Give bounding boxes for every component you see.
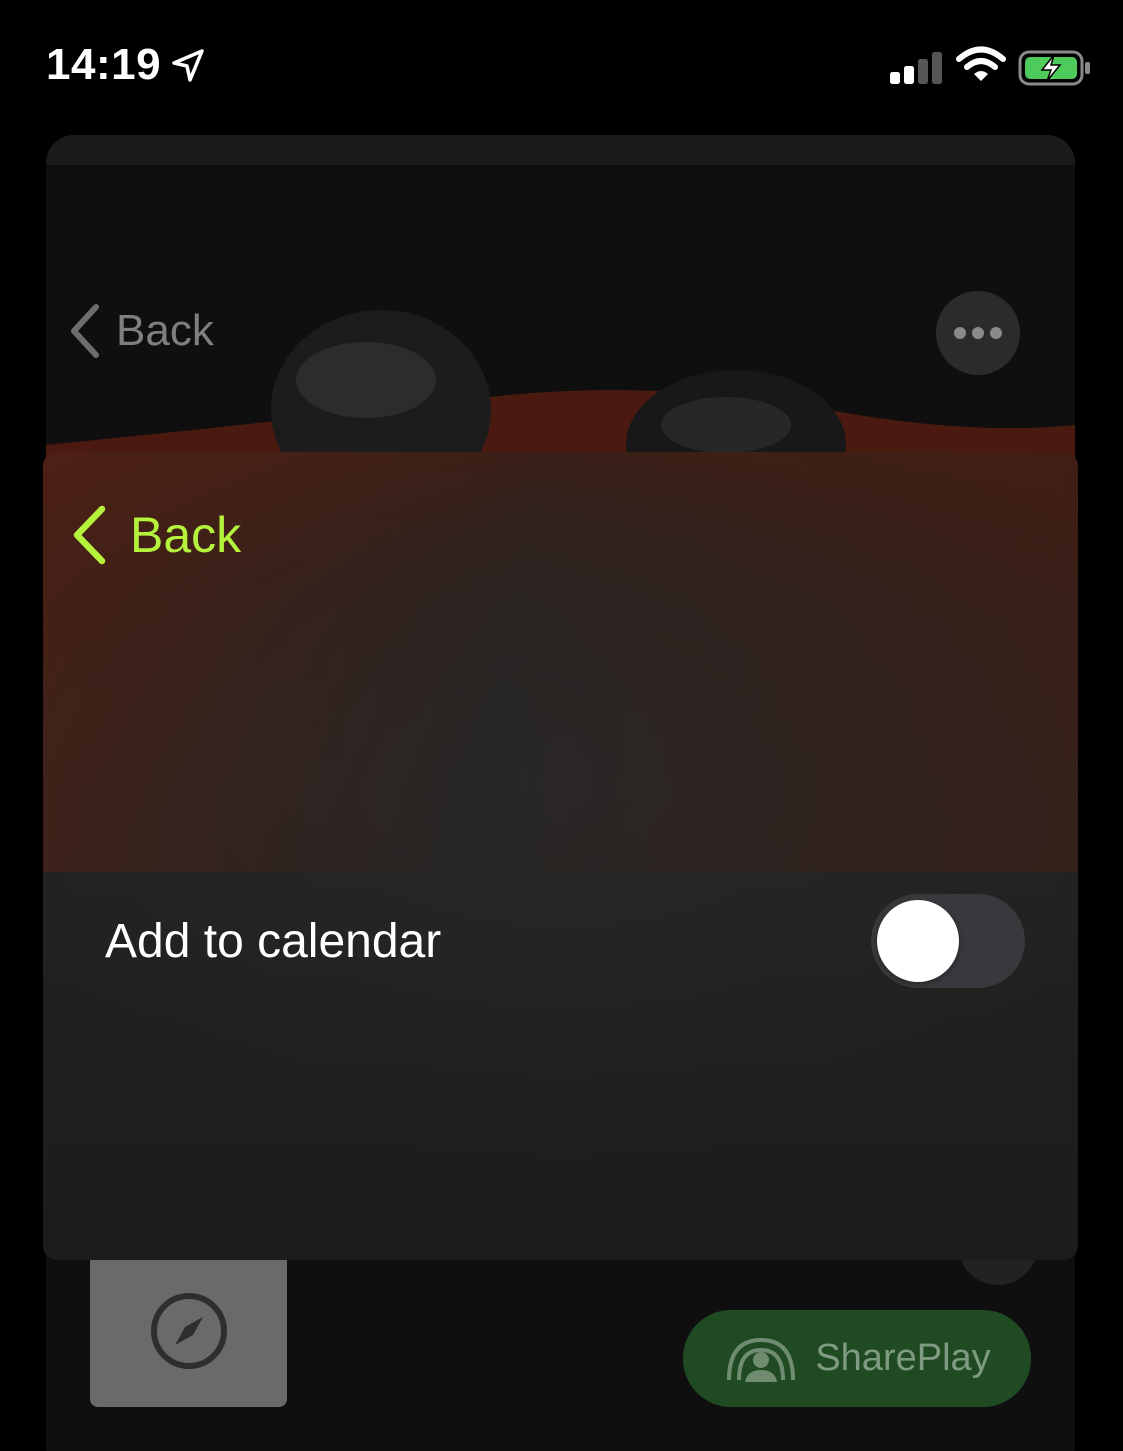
shareplay-icon bbox=[727, 1337, 796, 1382]
album-art-background bbox=[46, 310, 1075, 465]
add-to-calendar-row: Add to calendar bbox=[105, 892, 1025, 990]
chevron-left-icon bbox=[73, 505, 106, 565]
cellular-signal-icon bbox=[890, 52, 944, 89]
calendar-modal: Back Add to calendar bbox=[43, 452, 1078, 1260]
toggle-knob bbox=[877, 900, 959, 982]
status-time: 14:19 bbox=[46, 40, 162, 89]
location-arrow-icon bbox=[170, 48, 206, 89]
background-thumbnail bbox=[90, 1255, 287, 1407]
add-to-calendar-label: Add to calendar bbox=[105, 915, 442, 968]
wifi-icon bbox=[956, 46, 1006, 89]
modal-back-button[interactable]: Back bbox=[70, 504, 241, 566]
compass-icon bbox=[150, 1293, 227, 1369]
add-to-calendar-toggle[interactable] bbox=[871, 894, 1025, 988]
ellipsis-icon bbox=[954, 327, 966, 339]
modal-back-label: Back bbox=[130, 507, 242, 563]
shareplay-button: SharePlay bbox=[683, 1310, 1031, 1407]
more-options-button bbox=[936, 291, 1020, 375]
screen: 14:19 Back SharePlay Back Add to calenda… bbox=[0, 0, 1123, 1451]
status-bar: 14:19 bbox=[0, 0, 1123, 130]
chevron-left-icon bbox=[71, 304, 99, 358]
background-back-label: Back bbox=[116, 306, 214, 355]
battery-charging-icon bbox=[1018, 50, 1092, 91]
background-back-button: Back bbox=[68, 303, 214, 359]
shareplay-label: SharePlay bbox=[815, 1337, 991, 1379]
